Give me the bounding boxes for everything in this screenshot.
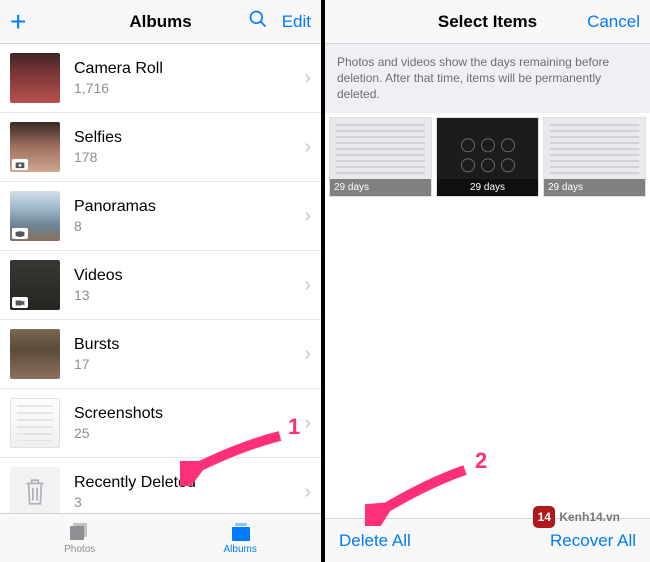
days-remaining-label: 29 days [330,179,431,196]
camera-icon [12,159,28,170]
album-title: Videos [74,267,298,285]
deletion-info-text: Photos and videos show the days remainin… [325,44,650,113]
panorama-icon [12,228,28,239]
tab-label: Photos [64,544,95,555]
chevron-right-icon: › [304,412,311,435]
album-row-panoramas[interactable]: Panoramas 8 › [0,182,321,251]
albums-screen: + Albums Edit Camera Roll 1,716 › [0,0,325,562]
tab-albums[interactable]: Albums [224,522,257,555]
album-thumbnail [10,329,60,379]
album-row-bursts[interactable]: Bursts 17 › [0,320,321,389]
albums-tab-icon [228,522,252,542]
chevron-right-icon: › [304,343,311,366]
trash-icon [10,467,60,513]
album-title: Recently Deleted [74,474,298,492]
chevron-right-icon: › [304,67,311,90]
watermark: 14 Kenh14.vn [533,506,620,528]
album-count: 13 [74,287,298,303]
tab-photos[interactable]: Photos [64,522,95,555]
search-icon[interactable] [248,9,268,34]
album-thumbnail [10,398,60,448]
annotation-arrow-2 [365,462,475,526]
photos-tab-icon [68,522,92,542]
album-count: 25 [74,425,298,441]
deleted-item[interactable]: 29 days [329,117,432,197]
album-title: Camera Roll [74,60,298,78]
album-count: 1,716 [74,80,298,96]
album-thumbnail [10,260,60,310]
edit-button[interactable]: Edit [282,12,311,32]
recover-all-button[interactable]: Recover All [550,531,636,551]
days-remaining-label: 29 days [437,179,538,196]
deleted-items-grid: 29 days 29 days 29 days [325,113,650,203]
album-count: 3 [74,494,298,510]
cancel-button[interactable]: Cancel [587,12,640,32]
album-title: Bursts [74,336,298,354]
watermark-badge: 14 [533,506,555,528]
navbar-select: Select Items Cancel [325,0,650,44]
album-title: Panoramas [74,198,298,216]
album-row-screenshots[interactable]: Screenshots 25 › [0,389,321,458]
select-items-title: Select Items [438,12,537,32]
annotation-step-1: 1 [288,414,300,440]
deleted-item[interactable]: 29 days [543,117,646,197]
chevron-right-icon: › [304,136,311,159]
delete-all-button[interactable]: Delete All [339,531,411,551]
tab-label: Albums [224,544,257,555]
albums-title: Albums [129,12,191,32]
album-thumbnail [10,191,60,241]
days-remaining-label: 29 days [544,179,645,196]
album-title: Screenshots [74,405,298,423]
album-count: 178 [74,149,298,165]
tab-bar: Photos Albums [0,513,321,562]
album-title: Selfies [74,129,298,147]
select-items-screen: Select Items Cancel Photos and videos sh… [325,0,650,562]
album-row-videos[interactable]: Videos 13 › [0,251,321,320]
album-row-selfies[interactable]: Selfies 178 › [0,113,321,182]
album-thumbnail [10,53,60,103]
album-count: 17 [74,356,298,372]
navbar-albums: + Albums Edit [0,0,321,44]
chevron-right-icon: › [304,274,311,297]
video-icon [12,297,28,308]
album-list: Camera Roll 1,716 › Selfies 178 › [0,44,321,513]
chevron-right-icon: › [304,481,311,504]
album-row-recently-deleted[interactable]: Recently Deleted 3 › [0,458,321,513]
chevron-right-icon: › [304,205,311,228]
album-row-camera-roll[interactable]: Camera Roll 1,716 › [0,44,321,113]
watermark-text: Kenh14.vn [559,510,620,524]
add-album-button[interactable]: + [10,8,26,36]
album-count: 8 [74,218,298,234]
annotation-step-2: 2 [475,448,487,474]
album-thumbnail [10,122,60,172]
deleted-item[interactable]: 29 days [436,117,539,197]
